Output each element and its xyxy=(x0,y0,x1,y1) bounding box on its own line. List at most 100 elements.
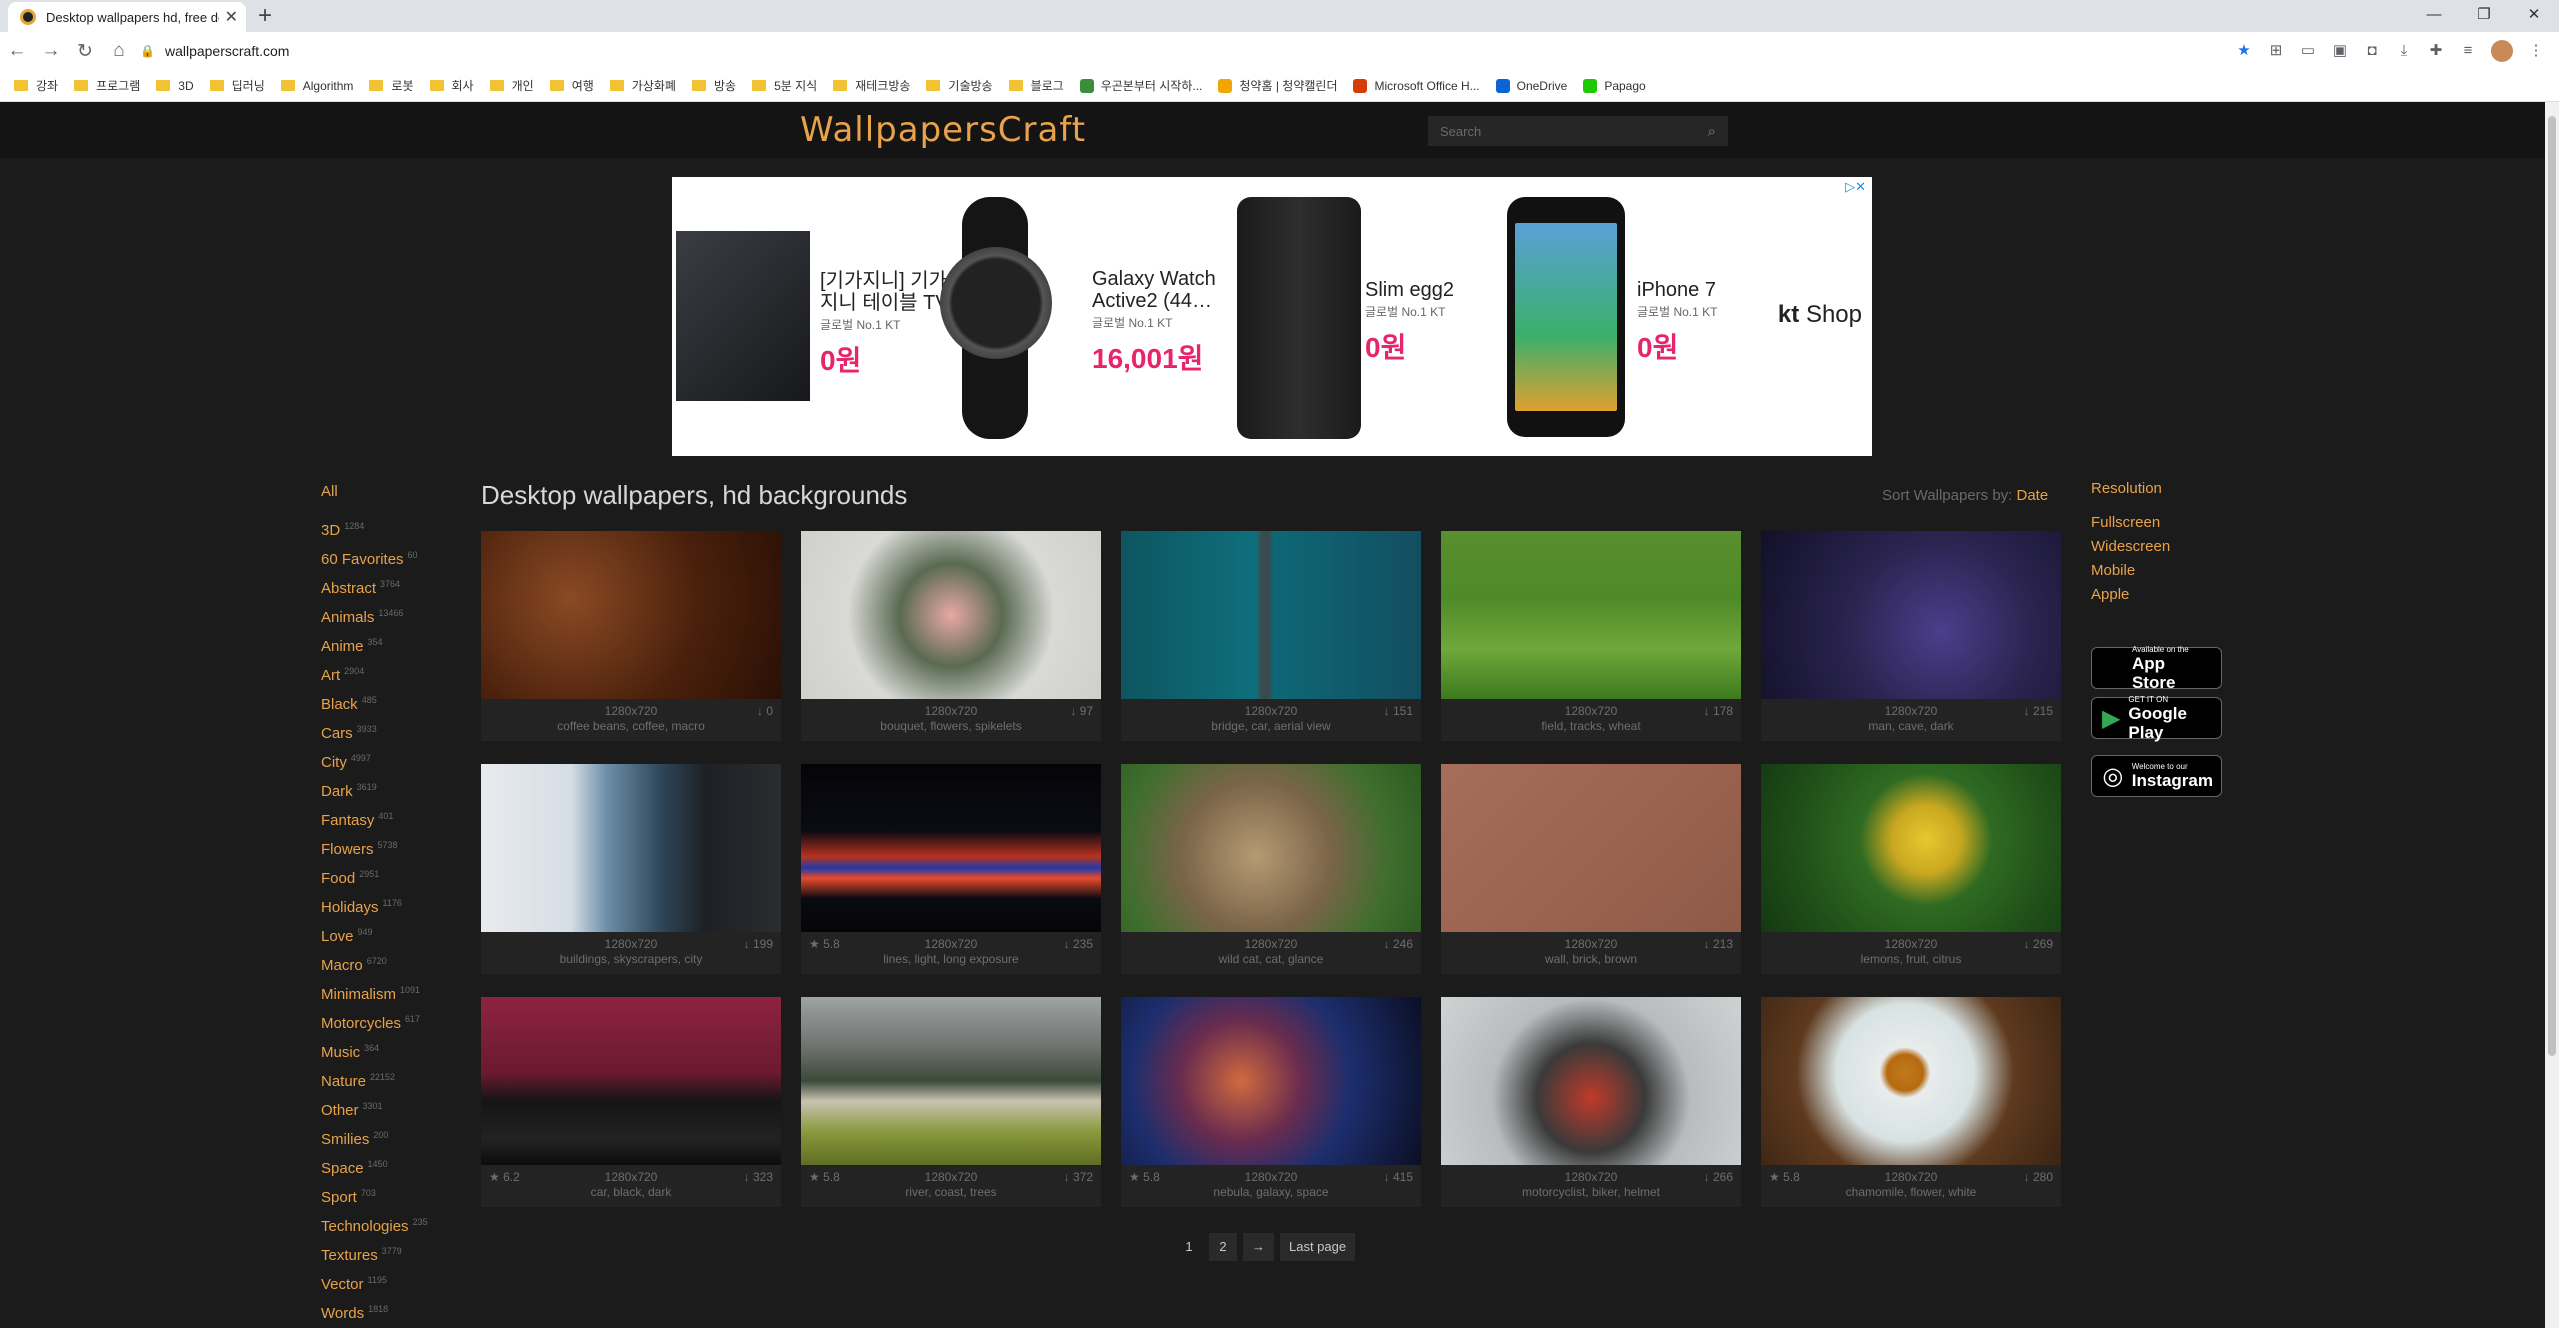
home-icon[interactable]: ⌂ xyxy=(102,40,136,62)
wallpaper-thumbnail[interactable] xyxy=(1121,764,1421,932)
wallpaper-tags[interactable]: wall, brick, brown xyxy=(1441,952,1741,966)
ad-item-gigagenie[interactable]: [기가지니] 기가 지니 테이블 TV 글로벌 No.1 KT 0원 xyxy=(820,270,950,379)
bookmark-item[interactable]: 재테크방송 xyxy=(833,77,910,94)
wallpaper-tags[interactable]: chamomile, flower, white xyxy=(1761,1185,2061,1199)
category-link[interactable]: Fantasy 401 xyxy=(321,804,471,833)
bookmark-item[interactable]: 우곤본부터 시작하... xyxy=(1079,77,1202,94)
puzzle-icon[interactable]: ✚ xyxy=(2427,42,2445,60)
wallpaper-card[interactable]: ★ 5.8 1280x720 ↓ 280 chamomile, flower, whi… xyxy=(1761,997,2061,1207)
wallpaper-tags[interactable]: nebula, galaxy, space xyxy=(1121,1185,1421,1199)
category-link[interactable]: 3D 1284 xyxy=(321,514,471,543)
last-page-button[interactable]: Last page xyxy=(1280,1233,1356,1261)
wallpaper-thumbnail[interactable] xyxy=(1121,997,1421,1165)
app-store-badge[interactable]: Available on the App Store xyxy=(2091,645,2222,692)
bookmark-star-icon[interactable]: ★ xyxy=(2235,42,2253,60)
category-link[interactable]: Technologies 235 xyxy=(321,1210,471,1239)
wallpaper-tags[interactable]: river, coast, trees xyxy=(801,1185,1101,1199)
wallpaper-tags[interactable]: man, cave, dark xyxy=(1761,719,2061,733)
wallpaper-tags[interactable]: wild cat, cat, glance xyxy=(1121,952,1421,966)
category-link[interactable]: 60 Favorites 60 xyxy=(321,543,471,572)
wallpaper-card[interactable]: ★ 6.2 1280x720 ↓ 323 car, black, dark xyxy=(481,997,781,1207)
wallpaper-card[interactable]: 1280x720 ↓ 0 coffee beans, coffee, macro xyxy=(481,531,781,741)
wallpaper-thumbnail[interactable] xyxy=(481,764,781,932)
wallpaper-tags[interactable]: lemons, fruit, citrus xyxy=(1761,952,2061,966)
category-link[interactable]: Motorcycles 617 xyxy=(321,1007,471,1036)
resolution-heading[interactable]: Resolution xyxy=(2091,480,2251,497)
kt-shop-logo[interactable]: kt Shop xyxy=(1778,301,1862,329)
resolution-link-widescreen[interactable]: Widescreen xyxy=(2091,535,2251,559)
wallpaper-thumbnail[interactable] xyxy=(1441,531,1741,699)
page-scrollbar[interactable] xyxy=(2545,102,2559,1328)
category-link[interactable]: Other 3301 xyxy=(321,1094,471,1123)
reload-icon[interactable]: ↻ xyxy=(68,40,102,63)
resolution-link-apple[interactable]: Apple xyxy=(2091,583,2251,607)
bookmark-item[interactable]: 개인 xyxy=(489,77,534,94)
bookmark-item[interactable]: 로봇 xyxy=(369,77,414,94)
category-link[interactable]: Flowers 5738 xyxy=(321,833,471,862)
bookmark-item[interactable]: 블로그 xyxy=(1008,77,1064,94)
sort-value-link[interactable]: Date xyxy=(2017,487,2049,504)
back-arrow-icon[interactable]: ← xyxy=(0,40,34,62)
bookmark-item[interactable]: Algorithm xyxy=(280,79,353,93)
wallpaper-thumbnail[interactable] xyxy=(1441,997,1741,1165)
category-link[interactable]: Dark 3619 xyxy=(321,775,471,804)
category-link[interactable]: Love 949 xyxy=(321,920,471,949)
bookmark-item[interactable]: Papago xyxy=(1583,78,1646,93)
category-link[interactable]: City 4997 xyxy=(321,746,471,775)
page-2-button[interactable]: 2 xyxy=(1209,1233,1237,1261)
profile-avatar-icon[interactable] xyxy=(2491,40,2513,62)
category-link[interactable]: Holidays 1176 xyxy=(321,891,471,920)
wallpaper-card[interactable]: 1280x720 ↓ 269 lemons, fruit, citrus xyxy=(1761,764,2061,974)
category-link[interactable]: Abstract 3764 xyxy=(321,572,471,601)
category-link[interactable]: Space 1450 xyxy=(321,1152,471,1181)
wallpaper-card[interactable]: 1280x720 ↓ 151 bridge, car, aerial view xyxy=(1121,531,1421,741)
category-link[interactable]: Anime 354 xyxy=(321,630,471,659)
category-link[interactable]: Macro 6720 xyxy=(321,949,471,978)
resolution-link-fullscreen[interactable]: Fullscreen xyxy=(2091,511,2251,535)
google-play-badge[interactable]: ▶ GET IT ON Google Play xyxy=(2091,695,2222,742)
forward-arrow-icon[interactable]: → xyxy=(34,40,68,62)
category-link[interactable]: Smilies 200 xyxy=(321,1123,471,1152)
ad-item-iphone[interactable]: iPhone 7 글로벌 No.1 KT 0원 xyxy=(1637,279,1757,366)
bookmark-item[interactable]: 5분 지식 xyxy=(752,77,817,94)
wallpaper-tags[interactable]: buildings, skyscrapers, city xyxy=(481,952,781,966)
playlist-icon[interactable]: ≡ xyxy=(2459,42,2477,60)
translate-icon[interactable]: ⊞ xyxy=(2267,42,2285,60)
advertisement-banner[interactable]: ▷✕ [기가지니] 기가 지니 테이블 TV 글로벌 No.1 KT 0원 Ga… xyxy=(672,177,1872,456)
bookmark-item[interactable]: OneDrive xyxy=(1495,78,1567,93)
bookmark-item[interactable]: 방송 xyxy=(691,77,736,94)
wallpaper-tags[interactable]: bridge, car, aerial view xyxy=(1121,719,1421,733)
search-icon[interactable]: ⌕ xyxy=(1708,123,1716,140)
wallpaper-card[interactable]: ★ 5.8 1280x720 ↓ 235 lines, light, long exp… xyxy=(801,764,1101,974)
wallpaper-card[interactable]: 1280x720 ↓ 199 buildings, skyscrapers, cit… xyxy=(481,764,781,974)
wallpaper-tags[interactable]: bouquet, flowers, spikelets xyxy=(801,719,1101,733)
page-1-button[interactable]: 1 xyxy=(1175,1233,1203,1261)
site-logo[interactable]: WallpapersCraft xyxy=(800,110,1086,150)
bookmark-item[interactable]: 딥러닝 xyxy=(209,77,265,94)
ad-item-galaxy-watch[interactable]: Galaxy Watch Active2 (44… 글로벌 No.1 KT 16… xyxy=(1092,268,1222,377)
wallpaper-thumbnail[interactable] xyxy=(801,531,1101,699)
category-link[interactable]: Words 1818 xyxy=(321,1297,471,1326)
minimize-button[interactable]: — xyxy=(2409,0,2459,32)
wallpaper-tags[interactable]: lines, light, long exposure xyxy=(801,952,1101,966)
browser-tab[interactable]: Desktop wallpapers hd, free de... ✕ xyxy=(8,2,246,32)
bookmark-item[interactable]: Microsoft Office H... xyxy=(1353,78,1480,93)
wallpaper-thumbnail[interactable] xyxy=(1761,764,2061,932)
resolution-link-mobile[interactable]: Mobile xyxy=(2091,559,2251,583)
bookmark-item[interactable]: 회사 xyxy=(429,77,474,94)
category-link[interactable]: Minimalism 1091 xyxy=(321,978,471,1007)
bookmark-item[interactable]: 기술방송 xyxy=(926,77,993,94)
scrollbar-thumb[interactable] xyxy=(2548,116,2556,1056)
wallpaper-thumbnail[interactable] xyxy=(1761,997,2061,1165)
category-link[interactable]: Nature 22152 xyxy=(321,1065,471,1094)
category-link[interactable]: Sport 703 xyxy=(321,1181,471,1210)
wallpaper-thumbnail[interactable] xyxy=(801,764,1101,932)
bookmark-item[interactable]: 청약홈 | 청약캘린더 xyxy=(1218,77,1337,94)
wallpaper-card[interactable]: ★ 5.8 1280x720 ↓ 372 river, coast, trees xyxy=(801,997,1101,1207)
wallpaper-thumbnail[interactable] xyxy=(1121,531,1421,699)
category-link[interactable]: Food 2951 xyxy=(321,862,471,891)
wallpaper-thumbnail[interactable] xyxy=(1441,764,1741,932)
category-link[interactable]: Art 2904 xyxy=(321,659,471,688)
ad-close-icon[interactable]: ▷✕ xyxy=(1845,179,1866,195)
bookmark-item[interactable]: 가상화폐 xyxy=(609,77,676,94)
